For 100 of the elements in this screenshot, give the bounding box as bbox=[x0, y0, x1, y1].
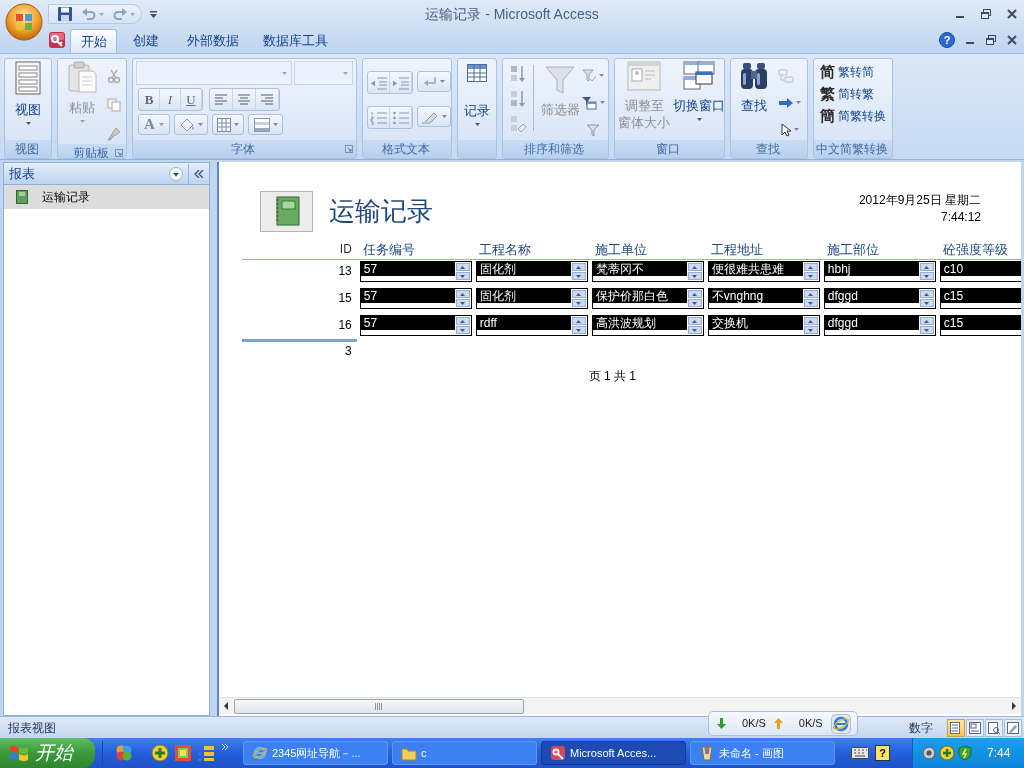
scroll-down-button[interactable] bbox=[687, 299, 702, 307]
scroll-up-button[interactable] bbox=[687, 317, 702, 325]
keyboard-icon[interactable] bbox=[851, 747, 869, 759]
list-box[interactable]: 便很难共患难 bbox=[707, 261, 820, 282]
list-box[interactable]: 交换机 bbox=[707, 315, 820, 336]
scroll-up-button[interactable] bbox=[455, 317, 470, 325]
browser-icon[interactable] bbox=[830, 713, 851, 734]
scroll-up-button[interactable] bbox=[803, 290, 818, 298]
scroll-up-button[interactable] bbox=[803, 263, 818, 271]
font-size-field[interactable] bbox=[294, 61, 353, 85]
list-box[interactable]: c15 bbox=[939, 315, 1021, 336]
list-box[interactable]: rdff bbox=[475, 315, 588, 336]
dialog-launcher-icon[interactable] bbox=[115, 149, 123, 157]
scroll-down-button[interactable] bbox=[571, 299, 586, 307]
convert-button[interactable]: 简 繁转简 bbox=[820, 62, 892, 82]
scroll-down-button[interactable] bbox=[803, 272, 818, 280]
list-box[interactable]: c10 bbox=[939, 261, 1021, 282]
scroll-up-button[interactable] bbox=[571, 290, 586, 298]
dialog-launcher-icon[interactable] bbox=[345, 145, 353, 153]
scroll-down-button[interactable] bbox=[919, 272, 934, 280]
scroll-up-button[interactable] bbox=[687, 263, 702, 271]
alternate-fill-button[interactable] bbox=[248, 114, 283, 135]
scroll-down-button[interactable] bbox=[687, 272, 702, 280]
scroll-up-button[interactable] bbox=[919, 290, 934, 298]
scroll-up-button[interactable] bbox=[687, 290, 702, 298]
records-button[interactable]: 记录 bbox=[459, 62, 495, 140]
view-switch-button[interactable] bbox=[966, 718, 984, 737]
italic-button[interactable]: I bbox=[160, 89, 181, 110]
scroll-down-button[interactable] bbox=[919, 299, 934, 307]
scroll-up-button[interactable] bbox=[455, 263, 470, 271]
list-box[interactable]: 高洪波规划 bbox=[591, 315, 704, 336]
scroll-thumb[interactable] bbox=[233, 698, 524, 714]
convert-button[interactable]: 繁 简转繁 bbox=[820, 84, 892, 104]
scroll-down-button[interactable] bbox=[455, 272, 470, 280]
list-icon[interactable] bbox=[197, 744, 215, 762]
collapse-pane-icon[interactable] bbox=[193, 169, 204, 178]
scroll-down-button[interactable] bbox=[455, 326, 470, 334]
scroll-up-button[interactable] bbox=[571, 263, 586, 271]
list-box[interactable]: 梵蒂冈不 bbox=[591, 261, 704, 282]
switch-windows-button[interactable]: 切换窗口 bbox=[673, 61, 724, 140]
list-box[interactable]: dfggd bbox=[823, 315, 936, 336]
scroll-up-button[interactable] bbox=[919, 263, 934, 271]
convert-button[interactable]: 簡 简繁转换 bbox=[820, 106, 892, 126]
close-icon[interactable] bbox=[1006, 8, 1018, 20]
add-icon[interactable] bbox=[151, 744, 169, 762]
gridlines-button[interactable] bbox=[212, 114, 244, 135]
underline-button[interactable]: U bbox=[181, 89, 202, 110]
highlight-button[interactable] bbox=[417, 106, 451, 127]
ribbon-tab[interactable]: 数据库工具 bbox=[250, 29, 340, 53]
restore-icon[interactable] bbox=[980, 8, 992, 20]
view-switch-button[interactable] bbox=[947, 718, 965, 737]
key-icon[interactable] bbox=[48, 31, 66, 49]
list-box[interactable]: 57 bbox=[359, 288, 472, 309]
scroll-up-button[interactable] bbox=[803, 317, 818, 325]
scroll-down-button[interactable] bbox=[919, 326, 934, 334]
list-box[interactable]: hbhj bbox=[823, 261, 936, 282]
view-switch-button[interactable] bbox=[985, 718, 1003, 737]
taskbar-button[interactable]: 2345网址导航－... bbox=[243, 741, 388, 765]
scroll-down-button[interactable] bbox=[687, 326, 702, 334]
help-button[interactable]: ? bbox=[875, 745, 890, 761]
ribbon-tab[interactable]: 创建 bbox=[117, 29, 175, 53]
start-button[interactable]: 开始 bbox=[0, 738, 95, 768]
shield-icon[interactable] bbox=[957, 745, 973, 761]
list-box[interactable]: 固化剂 bbox=[475, 288, 588, 309]
taskbar-button[interactable]: 未命名 - 画图 bbox=[690, 741, 835, 765]
customize-toolbar-icon[interactable] bbox=[150, 10, 157, 18]
bold-button[interactable]: B bbox=[139, 89, 160, 110]
scroll-down-button[interactable] bbox=[803, 299, 818, 307]
list-box[interactable]: 保护价那白色 bbox=[591, 288, 704, 309]
scroll-down-button[interactable] bbox=[455, 299, 470, 307]
scroll-down-button[interactable] bbox=[803, 326, 818, 334]
chevron-icon[interactable] bbox=[222, 744, 229, 750]
circles-icon[interactable] bbox=[115, 744, 133, 762]
font-name-field[interactable] bbox=[136, 61, 292, 85]
taskbar-button[interactable]: c bbox=[392, 741, 537, 765]
list-box[interactable]: dfggd bbox=[823, 288, 936, 309]
view-switch-button[interactable] bbox=[1004, 718, 1022, 737]
add-icon[interactable] bbox=[939, 745, 955, 761]
pane-item[interactable]: 运输记录 bbox=[4, 185, 209, 209]
scroll-down-button[interactable] bbox=[571, 272, 586, 280]
scroll-up-button[interactable] bbox=[919, 317, 934, 325]
view-button[interactable]: 视图 bbox=[7, 61, 49, 140]
scroll-down-button[interactable] bbox=[571, 326, 586, 334]
nested-squares-icon[interactable] bbox=[174, 744, 192, 762]
fill-color-button[interactable] bbox=[174, 114, 208, 135]
ribbon-tab[interactable]: 外部数据 bbox=[175, 29, 250, 53]
help-button[interactable]: ? bbox=[939, 32, 955, 48]
taskbar-button[interactable]: Microsoft Acces... bbox=[541, 741, 686, 765]
dropdown-icon[interactable] bbox=[168, 166, 183, 181]
disc-icon[interactable] bbox=[921, 745, 937, 761]
find-button[interactable]: 查找 bbox=[737, 61, 771, 140]
close-icon[interactable] bbox=[1006, 34, 1018, 46]
save-icon[interactable] bbox=[57, 6, 73, 22]
scroll-up-button[interactable] bbox=[455, 290, 470, 298]
restore-icon[interactable] bbox=[985, 34, 997, 46]
list-box[interactable]: 57 bbox=[359, 315, 472, 336]
list-box[interactable]: 不vnghng bbox=[707, 288, 820, 309]
ribbon-tab[interactable]: 开始 bbox=[70, 29, 117, 53]
list-box[interactable]: 固化剂 bbox=[475, 261, 588, 282]
scroll-up-button[interactable] bbox=[571, 317, 586, 325]
